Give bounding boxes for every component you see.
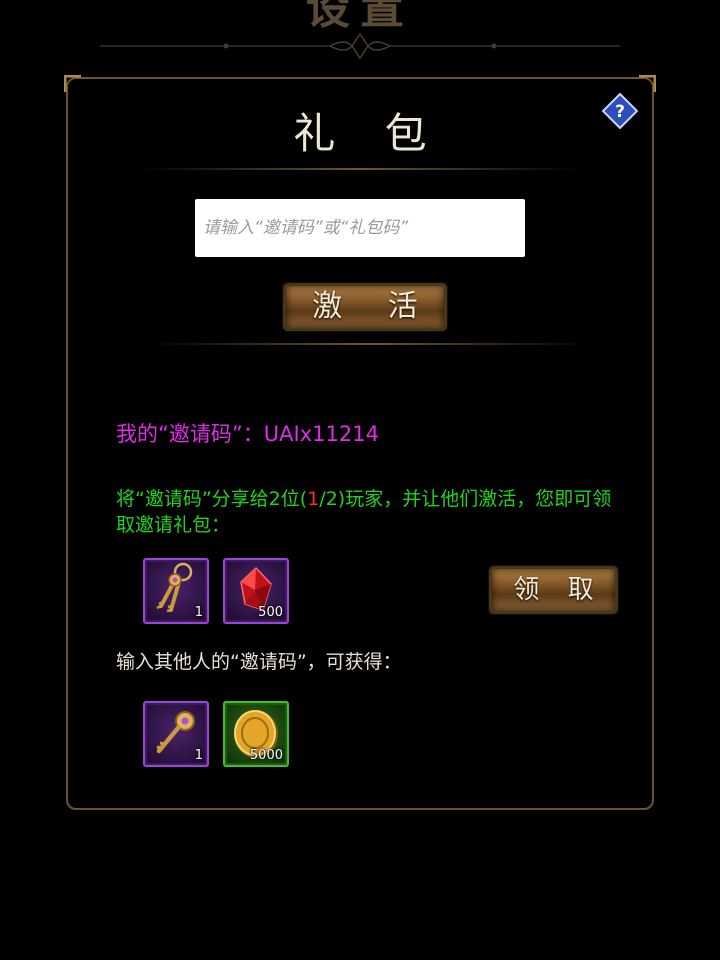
other-code-instructions: 输入其他人的“邀请码”，可获得： bbox=[116, 651, 402, 673]
reward-count: 5000 bbox=[249, 748, 283, 763]
header-ornament bbox=[100, 32, 620, 60]
share-progress: 1 bbox=[307, 488, 320, 510]
my-invite-code-value: UAIx11214 bbox=[263, 422, 379, 446]
gift-code-input[interactable] bbox=[195, 199, 525, 257]
reward-count: 1 bbox=[194, 605, 203, 620]
reward-count: 500 bbox=[258, 605, 283, 620]
reward-slot-gold[interactable]: 5000 bbox=[223, 701, 289, 767]
claim-button[interactable]: 领 取 bbox=[490, 567, 617, 613]
corner-ornament bbox=[639, 75, 656, 92]
reward-count: 1 bbox=[194, 748, 203, 763]
reward-slot-keyring[interactable]: 1 bbox=[143, 558, 209, 624]
section-divider bbox=[150, 343, 590, 345]
reward-slot-key[interactable]: 1 bbox=[143, 701, 209, 767]
title-divider bbox=[140, 168, 580, 170]
my-invite-code-label: 我的“邀请码”： bbox=[116, 422, 264, 446]
share-text-before: 将“邀请码”分享给2位( bbox=[116, 488, 308, 510]
share-instructions: 将“邀请码”分享给2位(1/2)玩家，并让他们激活，您即可领取邀请礼包： bbox=[116, 486, 616, 538]
activate-button[interactable]: 激 活 bbox=[284, 284, 446, 330]
my-invite-code: 我的“邀请码”：UAIx11214 bbox=[116, 418, 379, 448]
reward-slot-crystal[interactable]: 500 bbox=[223, 558, 289, 624]
panel-title: 礼 包 bbox=[293, 109, 445, 158]
corner-ornament bbox=[64, 75, 81, 92]
